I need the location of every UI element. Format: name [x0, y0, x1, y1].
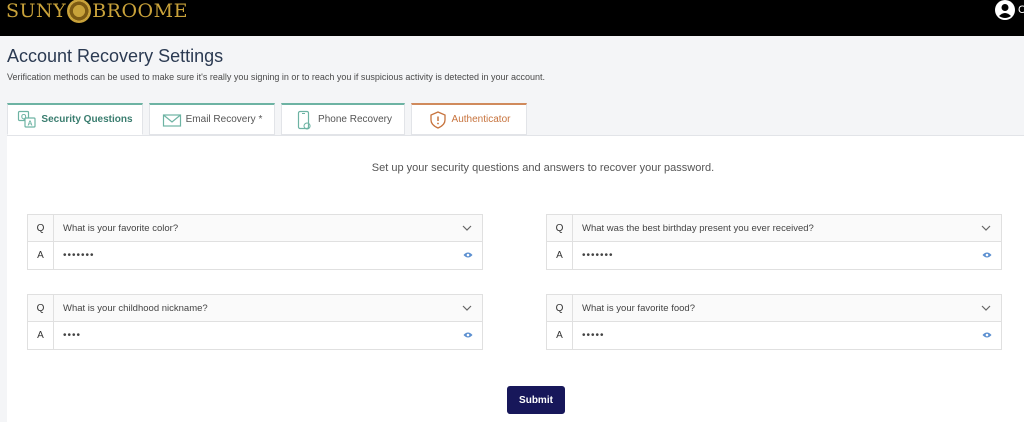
answer-masked[interactable]: ••••	[54, 330, 482, 341]
tab-label: Security Questions	[41, 114, 133, 125]
seal-icon	[67, 0, 92, 23]
question-label: Q	[547, 295, 573, 321]
question-label: Q	[28, 295, 54, 321]
submit-button[interactable]: Submit	[507, 386, 565, 414]
phone-icon	[297, 110, 311, 129]
qa-card: Q What was the best birthday present you…	[546, 214, 1002, 270]
chevron-down-icon[interactable]	[981, 303, 991, 313]
answer-label: A	[28, 242, 54, 269]
question-text: What was the best birthday present you e…	[582, 222, 814, 234]
instruction-text: Set up your security questions and answe…	[371, 162, 715, 174]
user-account-icon[interactable]	[995, 0, 1015, 20]
question-text: What is your favorite food?	[582, 302, 695, 314]
logo-text-left: SUNY	[6, 0, 67, 22]
security-questions-panel: Set up your security questions and answe…	[7, 135, 1024, 422]
question-text: What is your favorite color?	[63, 222, 179, 234]
envelope-icon	[162, 113, 181, 127]
question-text: What is your childhood nickname?	[63, 302, 208, 314]
page-title: Account Recovery Settings	[7, 46, 224, 66]
page-description: Verification methods can be used to make…	[7, 72, 545, 82]
question-select[interactable]: Q What is your favorite food?	[547, 295, 1001, 322]
eye-icon[interactable]	[982, 251, 992, 259]
answer-masked[interactable]: •••••••	[54, 250, 482, 261]
question-label: Q	[547, 215, 573, 241]
chevron-down-icon[interactable]	[462, 223, 472, 233]
svg-text:A: A	[28, 120, 33, 127]
qa-card: Q What is your favorite food? A •••••	[546, 294, 1002, 350]
top-bar: SUNY BROOME C	[0, 0, 1024, 36]
chevron-down-icon[interactable]	[462, 303, 472, 313]
tab-label: Phone Recovery	[318, 114, 392, 125]
tab-label: Email Recovery *	[185, 114, 263, 125]
eye-icon[interactable]	[982, 331, 992, 339]
tab-label: Authenticator	[451, 114, 511, 125]
user-menu[interactable]: C	[995, 0, 1024, 20]
tab-phone-recovery[interactable]: Phone Recovery	[281, 103, 405, 135]
recovery-tabs: Q A Security Questions Email Recovery * …	[7, 103, 533, 135]
eye-icon[interactable]	[463, 331, 473, 339]
eye-icon[interactable]	[463, 251, 473, 259]
answer-masked[interactable]: •••••	[573, 330, 1001, 341]
logo-text-right: BROOME	[92, 0, 188, 22]
answer-masked[interactable]: •••••••	[573, 250, 1001, 261]
shield-icon	[429, 110, 446, 129]
qa-icon: Q A	[18, 110, 37, 128]
qa-card: Q What is your favorite color? A •••••••	[27, 214, 483, 270]
chevron-down-icon[interactable]	[981, 223, 991, 233]
answer-field[interactable]: A •••••••	[28, 242, 482, 269]
answer-label: A	[28, 322, 54, 349]
answer-label: A	[547, 322, 573, 349]
question-select[interactable]: Q What is your childhood nickname?	[28, 295, 482, 322]
answer-label: A	[547, 242, 573, 269]
question-select[interactable]: Q What was the best birthday present you…	[547, 215, 1001, 242]
answer-field[interactable]: A •••••••	[547, 242, 1001, 269]
qa-card: Q What is your childhood nickname? A •••…	[27, 294, 483, 350]
tab-email-recovery[interactable]: Email Recovery *	[149, 103, 275, 135]
answer-field[interactable]: A •••••	[547, 322, 1001, 349]
question-select[interactable]: Q What is your favorite color?	[28, 215, 482, 242]
question-label: Q	[28, 215, 54, 241]
suny-broome-logo[interactable]: SUNY BROOME	[6, 0, 188, 24]
tab-security-questions[interactable]: Q A Security Questions	[7, 103, 143, 135]
answer-field[interactable]: A ••••	[28, 322, 482, 349]
tab-authenticator[interactable]: Authenticator	[411, 103, 527, 135]
user-name: C	[1018, 4, 1024, 16]
